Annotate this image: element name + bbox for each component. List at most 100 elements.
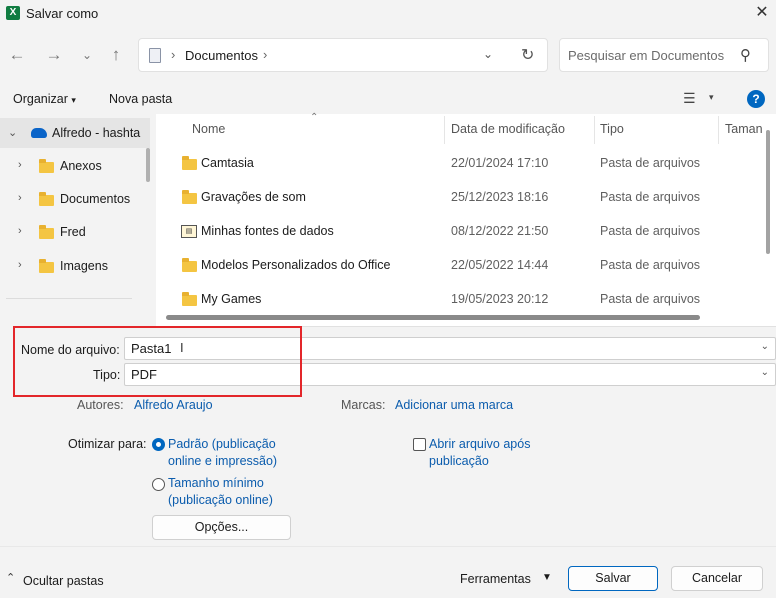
sort-up-icon: ⌃	[310, 112, 319, 123]
cancel-button[interactable]: Cancelar	[671, 566, 763, 591]
file-type: Pasta de arquivos	[600, 224, 701, 238]
highlight-annotation-box	[13, 326, 302, 397]
file-name: Gravações de som	[201, 190, 306, 204]
chevron-down-icon[interactable]: ⌄	[761, 367, 769, 378]
folder-icon	[39, 225, 54, 239]
save-button[interactable]: Salvar	[568, 566, 658, 591]
hide-folders-button[interactable]: Ocultar pastas	[23, 574, 104, 588]
onedrive-cloud-icon	[31, 128, 47, 138]
table-row[interactable]: Gravações de som 25/12/2023 18:16 Pasta …	[156, 182, 766, 212]
radio-standard-label-line1[interactable]: Padrão (publicação	[168, 437, 276, 451]
tools-caret-icon[interactable]: ▼	[542, 572, 552, 583]
file-date: 25/12/2023 18:16	[451, 190, 549, 204]
file-date: 22/01/2024 17:10	[451, 156, 549, 170]
table-row[interactable]: My Games 19/05/2023 20:12 Pasta de arqui…	[156, 284, 766, 314]
sidebar-item-label: Alfredo - hashta	[52, 126, 141, 140]
chevron-down-icon[interactable]: ⌄	[8, 126, 17, 139]
column-divider[interactable]	[718, 116, 719, 144]
documents-folder-icon	[149, 48, 161, 63]
file-name: Camtasia	[201, 156, 254, 170]
refresh-icon[interactable]: ↻	[521, 45, 534, 65]
radio-minimum-label-line2[interactable]: (publicação online)	[168, 493, 273, 507]
help-icon[interactable]: ?	[747, 90, 765, 108]
search-input[interactable]: Pesquisar em Documentos	[568, 48, 724, 63]
tools-menu[interactable]: Ferramentas	[460, 572, 531, 586]
file-name: Minhas fontes de dados	[201, 224, 334, 238]
search-box[interactable]: Pesquisar em Documentos ⚲	[559, 38, 769, 72]
dropdown-caret-icon: ▾	[71, 95, 76, 105]
file-name: My Games	[201, 292, 262, 306]
vertical-scrollbar[interactable]	[766, 130, 770, 254]
file-list: Nome ⌃ Data de modificação Tipo Taman Ca…	[156, 112, 776, 326]
sidebar-item-label: Imagens	[60, 259, 108, 273]
sidebar-item-label: Anexos	[60, 159, 102, 173]
forward-arrow-icon[interactable]: →	[43, 44, 65, 66]
sidebar-scrollbar[interactable]	[146, 148, 150, 182]
data-sources-folder-icon: ▤	[181, 225, 197, 238]
file-type: Pasta de arquivos	[600, 190, 701, 204]
column-divider[interactable]	[444, 116, 445, 144]
navigation-pane: ⌄ Alfredo - hashta › Anexos › Documentos…	[0, 114, 156, 324]
chevron-up-icon[interactable]: ⌃	[6, 571, 15, 584]
add-tag-link[interactable]: Adicionar uma marca	[395, 398, 513, 412]
sidebar-item-onedrive[interactable]: ⌄ Alfredo - hashta	[0, 118, 150, 148]
close-icon[interactable]: ✕	[752, 2, 772, 24]
file-date: 08/12/2022 21:50	[451, 224, 549, 238]
folder-icon	[39, 159, 54, 173]
file-name: Modelos Personalizados do Office	[201, 258, 391, 272]
back-arrow-icon[interactable]: ←	[6, 44, 28, 66]
folder-icon	[182, 190, 197, 204]
folder-icon	[39, 192, 54, 206]
column-divider[interactable]	[594, 116, 595, 144]
table-row[interactable]: Camtasia 22/01/2024 17:10 Pasta de arqui…	[156, 148, 766, 178]
chevron-down-icon[interactable]: ⌄	[761, 341, 769, 352]
chevron-right-icon[interactable]: ›	[18, 192, 22, 204]
table-row[interactable]: ▤ Minhas fontes de dados 08/12/2022 21:5…	[156, 216, 766, 246]
up-arrow-icon[interactable]: ↑	[105, 44, 127, 66]
folder-icon	[182, 156, 197, 170]
column-header-size[interactable]: Taman	[725, 122, 763, 136]
authors-label: Autores:	[77, 398, 124, 412]
sidebar-item-documentos[interactable]: › Documentos	[0, 184, 150, 214]
file-type: Pasta de arquivos	[600, 292, 701, 306]
organize-label: Organizar	[13, 92, 68, 106]
open-after-label-line2[interactable]: publicação	[429, 454, 489, 468]
radio-standard-label-line2[interactable]: online e impressão)	[168, 454, 277, 468]
open-after-label-line1[interactable]: Abrir arquivo após	[429, 437, 530, 451]
chevron-right-icon[interactable]: ›	[18, 259, 22, 271]
search-icon[interactable]: ⚲	[740, 46, 751, 64]
authors-value[interactable]: Alfredo Araujo	[134, 398, 213, 412]
table-row[interactable]: Modelos Personalizados do Office 22/05/2…	[156, 250, 766, 280]
column-header-name[interactable]: Nome	[192, 122, 225, 136]
folder-icon	[182, 258, 197, 272]
radio-standard[interactable]	[152, 438, 165, 451]
view-dropdown-caret-icon[interactable]: ▾	[709, 92, 714, 103]
address-dropdown-icon[interactable]: ⌄	[483, 47, 493, 61]
horizontal-scrollbar[interactable]	[166, 315, 700, 320]
organize-menu[interactable]: Organizar ▾	[13, 92, 76, 106]
recent-locations-chevron-icon[interactable]: ⌄	[76, 44, 98, 66]
sidebar-item-fred[interactable]: › Fred	[0, 217, 150, 247]
tags-label: Marcas:	[341, 398, 386, 412]
file-date: 22/05/2022 14:44	[451, 258, 549, 272]
file-date: 19/05/2023 20:12	[451, 292, 549, 306]
divider	[6, 298, 132, 299]
new-folder-button[interactable]: Nova pasta	[109, 92, 172, 106]
chevron-right-icon[interactable]: ›	[18, 159, 22, 171]
chevron-right-icon[interactable]: ›	[18, 225, 22, 237]
optimize-label: Otimizar para:	[68, 437, 147, 451]
sidebar-item-anexos[interactable]: › Anexos	[0, 151, 150, 181]
breadcrumb-documents[interactable]: Documentos	[185, 48, 258, 63]
radio-minimum-size[interactable]	[152, 478, 165, 491]
open-after-publish-checkbox[interactable]	[413, 438, 426, 451]
breadcrumb-separator-icon[interactable]: ›	[263, 47, 267, 62]
column-header-date[interactable]: Data de modificação	[451, 122, 565, 136]
sidebar-item-imagens[interactable]: › Imagens	[0, 251, 150, 281]
address-bar[interactable]: › Documentos › ⌄ ↻	[138, 38, 548, 72]
view-options-icon[interactable]: ☰	[683, 90, 696, 107]
options-button[interactable]: Opções...	[152, 515, 291, 540]
sidebar-item-label: Documentos	[60, 192, 131, 206]
column-header-type[interactable]: Tipo	[600, 122, 624, 136]
radio-minimum-label-line1[interactable]: Tamanho mínimo	[168, 476, 264, 490]
file-type: Pasta de arquivos	[600, 258, 701, 272]
